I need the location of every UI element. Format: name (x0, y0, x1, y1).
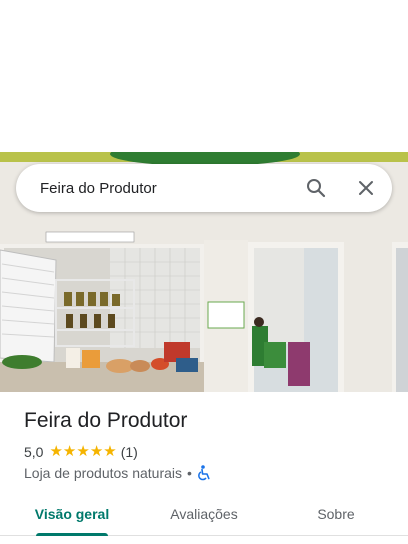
star-icon: ★ (89, 443, 104, 460)
place-title: Feira do Produtor (24, 409, 188, 432)
tab-label: Avaliações (170, 505, 238, 522)
tab-reviews[interactable]: Avaliações (144, 492, 264, 535)
search-input[interactable]: Feira do Produtor (40, 180, 278, 197)
star-icon: ★ (76, 443, 90, 460)
rating-value: 5,0 (24, 444, 44, 460)
review-count[interactable]: (1) (121, 444, 138, 460)
active-tab-indicator (36, 533, 108, 536)
rating-stars: ★ ★ ★ ★ ★ (49, 444, 116, 460)
star-icon: ★ (62, 443, 77, 460)
rating-row[interactable]: 5,0 ★ ★ ★ ★ ★ (1) (24, 444, 138, 461)
close-icon[interactable] (354, 176, 378, 200)
separator: • (187, 465, 192, 481)
place-panel: Feira do Produtor Feira do Produtor 5,0 … (0, 0, 408, 544)
tab-overview[interactable]: Visão geral (0, 492, 144, 536)
star-icon: ★ (49, 443, 63, 460)
category-row: Loja de produtos naturais • (24, 465, 211, 481)
place-category: Loja de produtos naturais (24, 465, 182, 481)
tab-about[interactable]: Sobre (264, 492, 408, 535)
tab-label: Visão geral (34, 505, 110, 522)
star-icon: ★ (103, 443, 117, 460)
search-bar[interactable]: Feira do Produtor (16, 164, 392, 212)
place-tabs: Visão geral Avaliações Sobre (0, 492, 408, 536)
wheelchair-icon[interactable] (197, 465, 211, 481)
search-icon[interactable] (304, 176, 328, 200)
tab-label: Sobre (317, 505, 355, 522)
